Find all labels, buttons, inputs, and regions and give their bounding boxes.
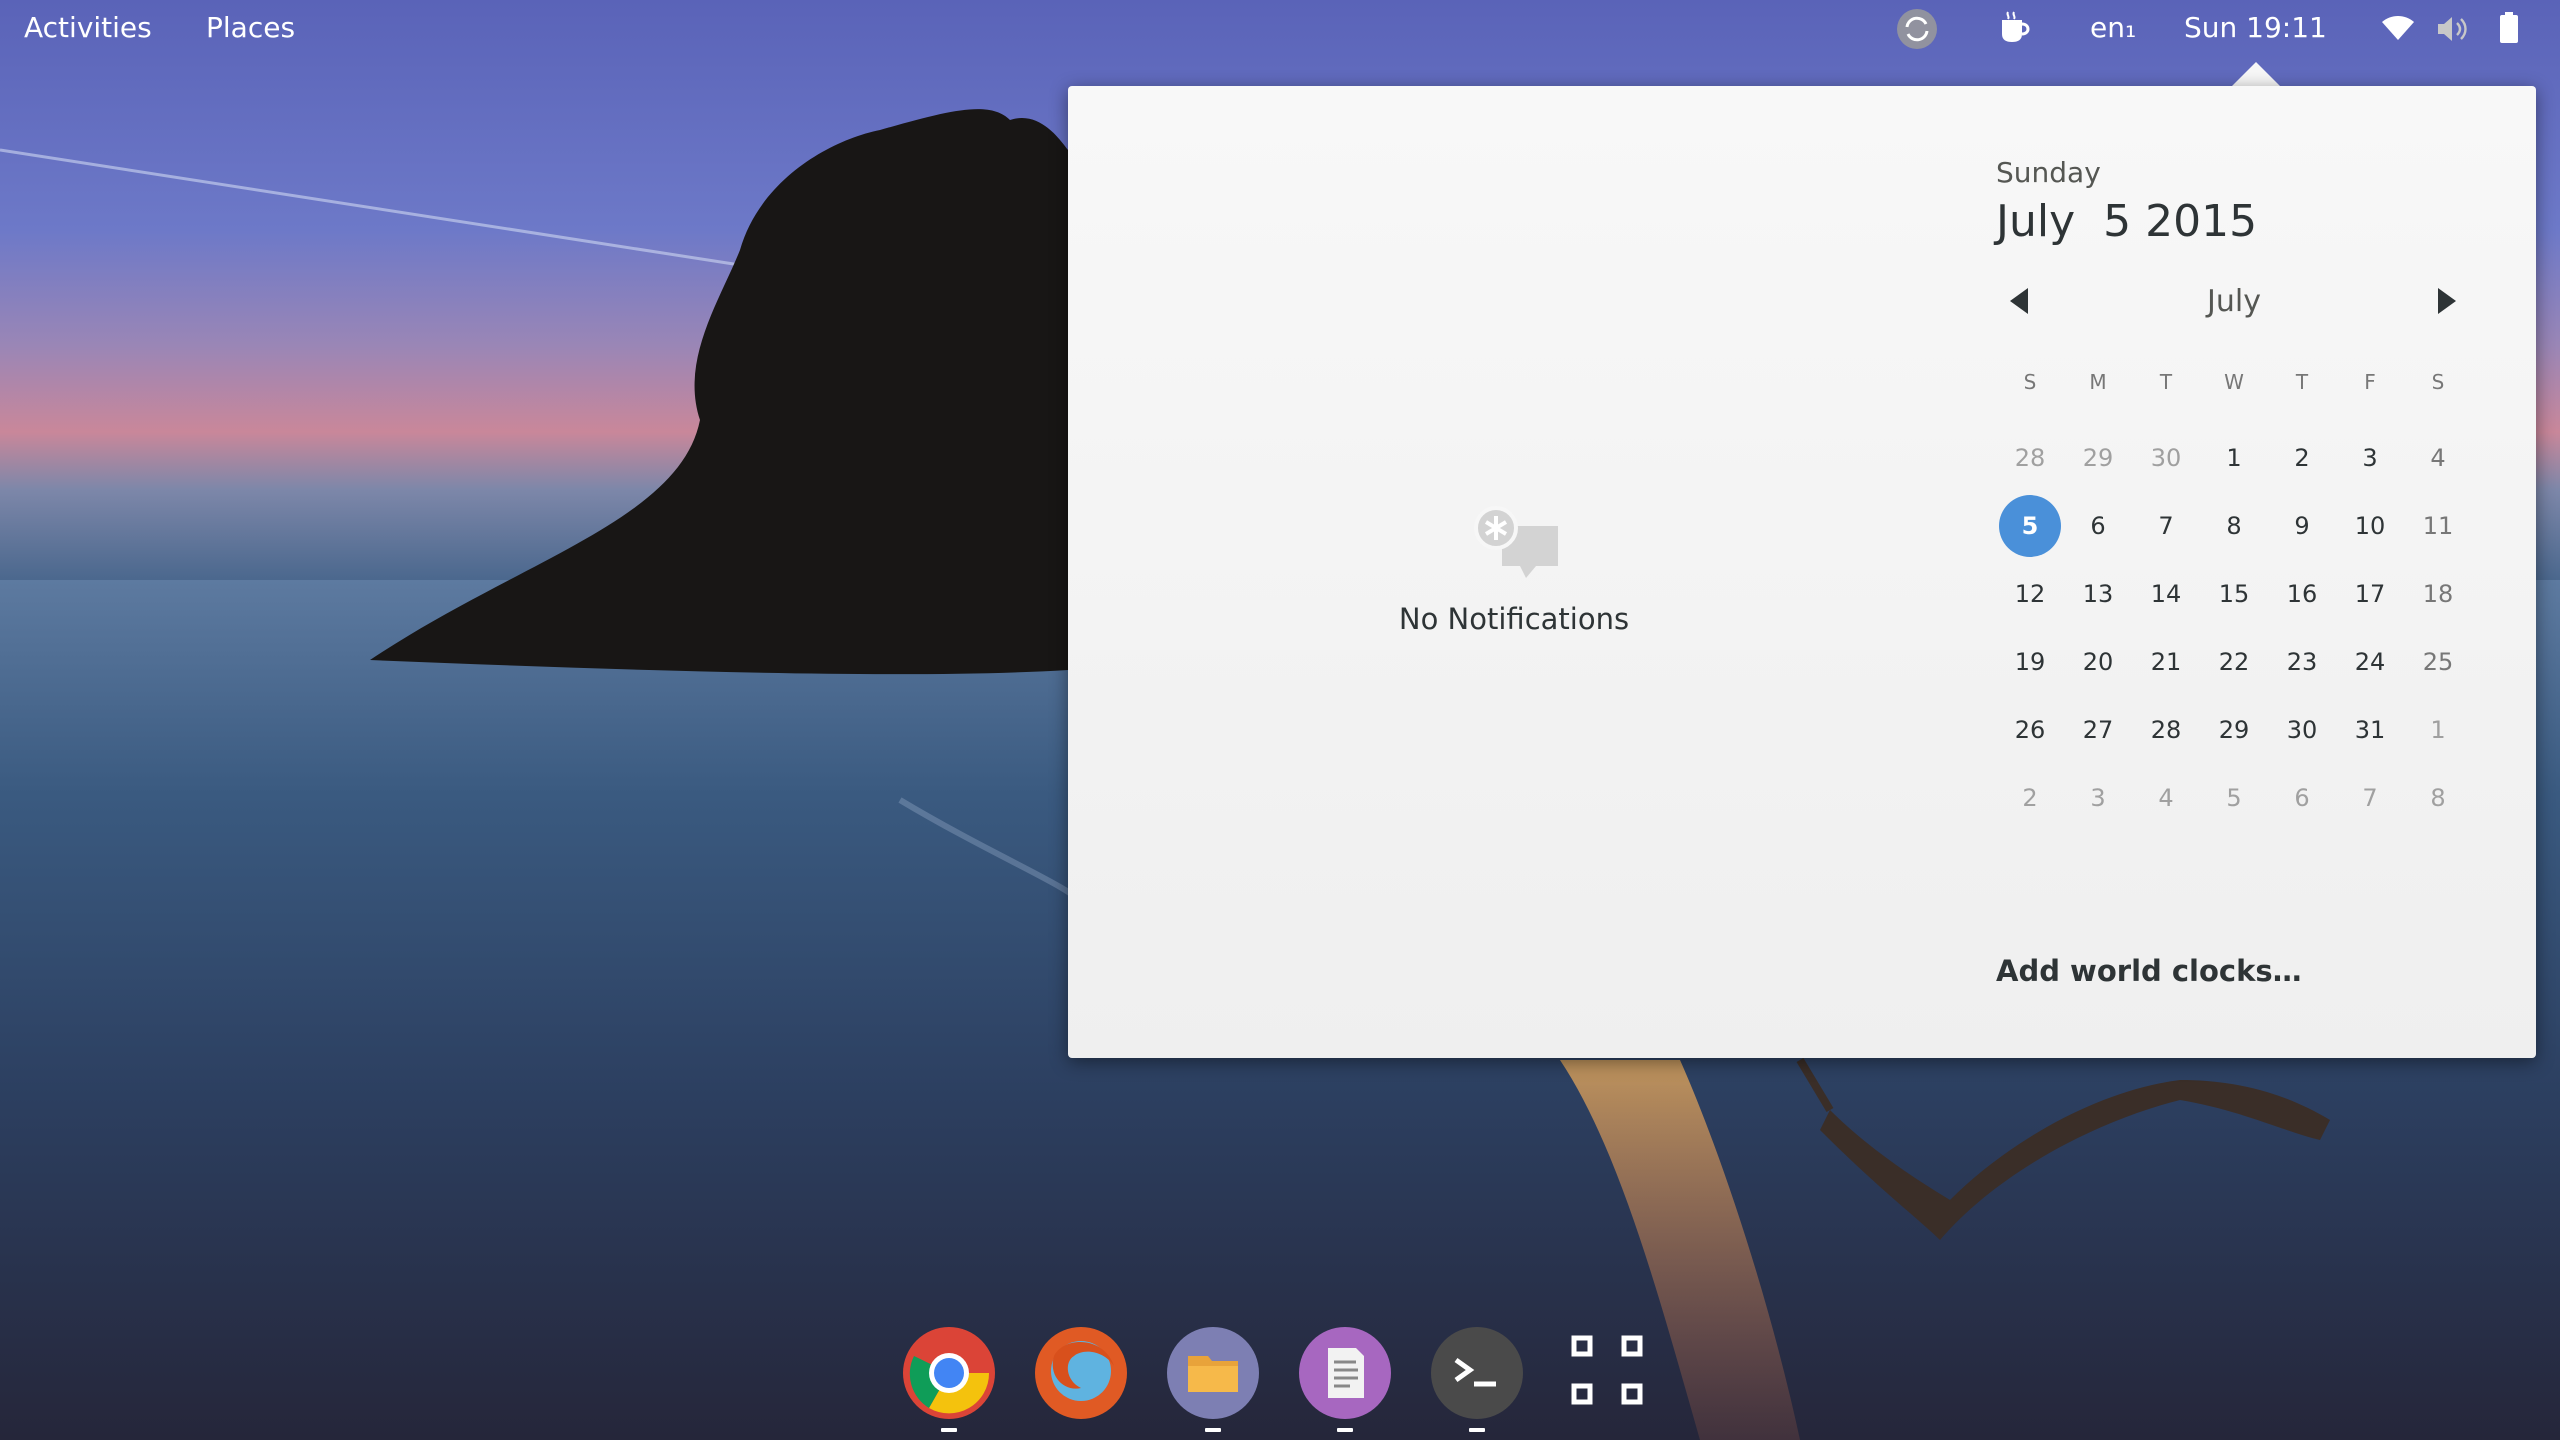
next-month-icon[interactable]	[2438, 288, 2456, 314]
calendar-day[interactable]: 1	[2404, 696, 2472, 764]
calendar-day[interactable]: 6	[2268, 764, 2336, 832]
calendar-day[interactable]: 5	[2200, 764, 2268, 832]
chrome-icon[interactable]	[902, 1326, 996, 1420]
calendar-day[interactable]: 2	[2268, 424, 2336, 492]
weekday-label: S	[2023, 370, 2037, 394]
weekday-heading: Sunday	[1996, 156, 2101, 189]
wifi-icon[interactable]	[2382, 16, 2414, 49]
text-editor-icon[interactable]	[1298, 1326, 1392, 1420]
calendar-day[interactable]: 1	[2200, 424, 2268, 492]
calendar-day[interactable]: 6	[2064, 492, 2132, 560]
full-date-heading[interactable]: July 5 2015	[1996, 196, 2257, 247]
calendar-day[interactable]: 29	[2064, 424, 2132, 492]
calendar-day[interactable]: 28	[2132, 696, 2200, 764]
calendar-day[interactable]: 11	[2404, 492, 2472, 560]
calendar-day[interactable]: 7	[2336, 764, 2404, 832]
files-icon[interactable]	[1166, 1326, 1260, 1420]
calendar-day[interactable]: 9	[2268, 492, 2336, 560]
no-notifications-label: No Notifications	[1398, 602, 1630, 636]
calendar-day[interactable]: 12	[1996, 560, 2064, 628]
calendar-day[interactable]: 20	[2064, 628, 2132, 696]
calendar-day[interactable]: 25	[2404, 628, 2472, 696]
terminal-icon[interactable]	[1430, 1326, 1524, 1420]
weekday-label: T	[2295, 370, 2309, 394]
calendar-day[interactable]: 3	[2064, 764, 2132, 832]
weekday-label: M	[2089, 370, 2107, 394]
calendar-day[interactable]: 3	[2336, 424, 2404, 492]
calendar-day[interactable]: 29	[2200, 696, 2268, 764]
calendar-popup: No Notifications Sunday July 5 2015 July…	[1068, 86, 2536, 1058]
weekday-header-row: SMTWTFS	[1996, 370, 2472, 400]
running-indicator	[941, 1428, 957, 1432]
running-indicator	[1469, 1428, 1485, 1432]
calendar-day[interactable]: 28	[1996, 424, 2064, 492]
running-indicator	[1205, 1428, 1221, 1432]
firefox-icon[interactable]	[1034, 1326, 1128, 1420]
calendar-day[interactable]: 22	[2200, 628, 2268, 696]
weekday-label: F	[2364, 370, 2376, 394]
calendar-day[interactable]: 14	[2132, 560, 2200, 628]
sync-icon[interactable]	[1894, 6, 1940, 59]
popup-arrow	[2232, 62, 2280, 86]
calendar-day[interactable]: 30	[2268, 696, 2336, 764]
calendar-day[interactable]: 16	[2268, 560, 2336, 628]
weekday-label: S	[2431, 370, 2445, 394]
add-world-clocks-button[interactable]: Add world clocks…	[1996, 954, 2302, 988]
caffeine-icon[interactable]	[1996, 10, 2032, 51]
calendar-day-grid: 28 29 30 1 2 3 4 5 6 7 8 9 10 11 12 13 14 15 16 17 18 19 20 21 2…	[1996, 424, 2472, 832]
month-navigation: July	[1996, 282, 2472, 322]
calendar-day[interactable]: 19	[1996, 628, 2064, 696]
calendar-day[interactable]: 10	[2336, 492, 2404, 560]
calendar-day[interactable]: 15	[2200, 560, 2268, 628]
weekday-label: T	[2159, 370, 2173, 394]
calendar-day[interactable]: 24	[2336, 628, 2404, 696]
calendar-day[interactable]: 2	[1996, 764, 2064, 832]
calendar-day[interactable]: 30	[2132, 424, 2200, 492]
calendar-day[interactable]: 17	[2336, 560, 2404, 628]
calendar-day[interactable]: 26	[1996, 696, 2064, 764]
calendar-day[interactable]: 18	[2404, 560, 2472, 628]
calendar-day[interactable]: 8	[2200, 492, 2268, 560]
calendar-day[interactable]: 7	[2132, 492, 2200, 560]
running-indicator	[1337, 1428, 1353, 1432]
activities-button[interactable]: Activities	[24, 10, 152, 46]
battery-icon[interactable]	[2498, 12, 2520, 51]
top-bar: Activities Places en₁ Sun 19:11	[0, 0, 2560, 56]
notification-list: No Notifications	[1068, 86, 1960, 1058]
calendar-day[interactable]: 23	[2268, 628, 2336, 696]
calendar-day[interactable]: 31	[2336, 696, 2404, 764]
calendar-day[interactable]: 27	[2064, 696, 2132, 764]
volume-icon[interactable]	[2436, 14, 2472, 51]
calendar-day[interactable]: 21	[2132, 628, 2200, 696]
app-grid-icon[interactable]	[1562, 1326, 1656, 1420]
places-menu[interactable]: Places	[206, 10, 295, 46]
calendar-day[interactable]: 13	[2064, 560, 2132, 628]
month-label: July	[2207, 284, 2261, 319]
calendar-day-today[interactable]: 5	[1996, 492, 2064, 560]
no-notifications-icon	[1474, 506, 1564, 582]
calendar-panel: Sunday July 5 2015 July SMTWTFS 28 29 30 1 2…	[1980, 86, 2536, 1058]
calendar-day[interactable]: 4	[2132, 764, 2200, 832]
calendar-day[interactable]: 8	[2404, 764, 2472, 832]
calendar-day[interactable]: 4	[2404, 424, 2472, 492]
date-time-clock[interactable]: Sun 19:11	[2184, 10, 2327, 46]
weekday-label: W	[2224, 370, 2244, 394]
keyboard-layout-indicator[interactable]: en₁	[2090, 10, 2136, 46]
